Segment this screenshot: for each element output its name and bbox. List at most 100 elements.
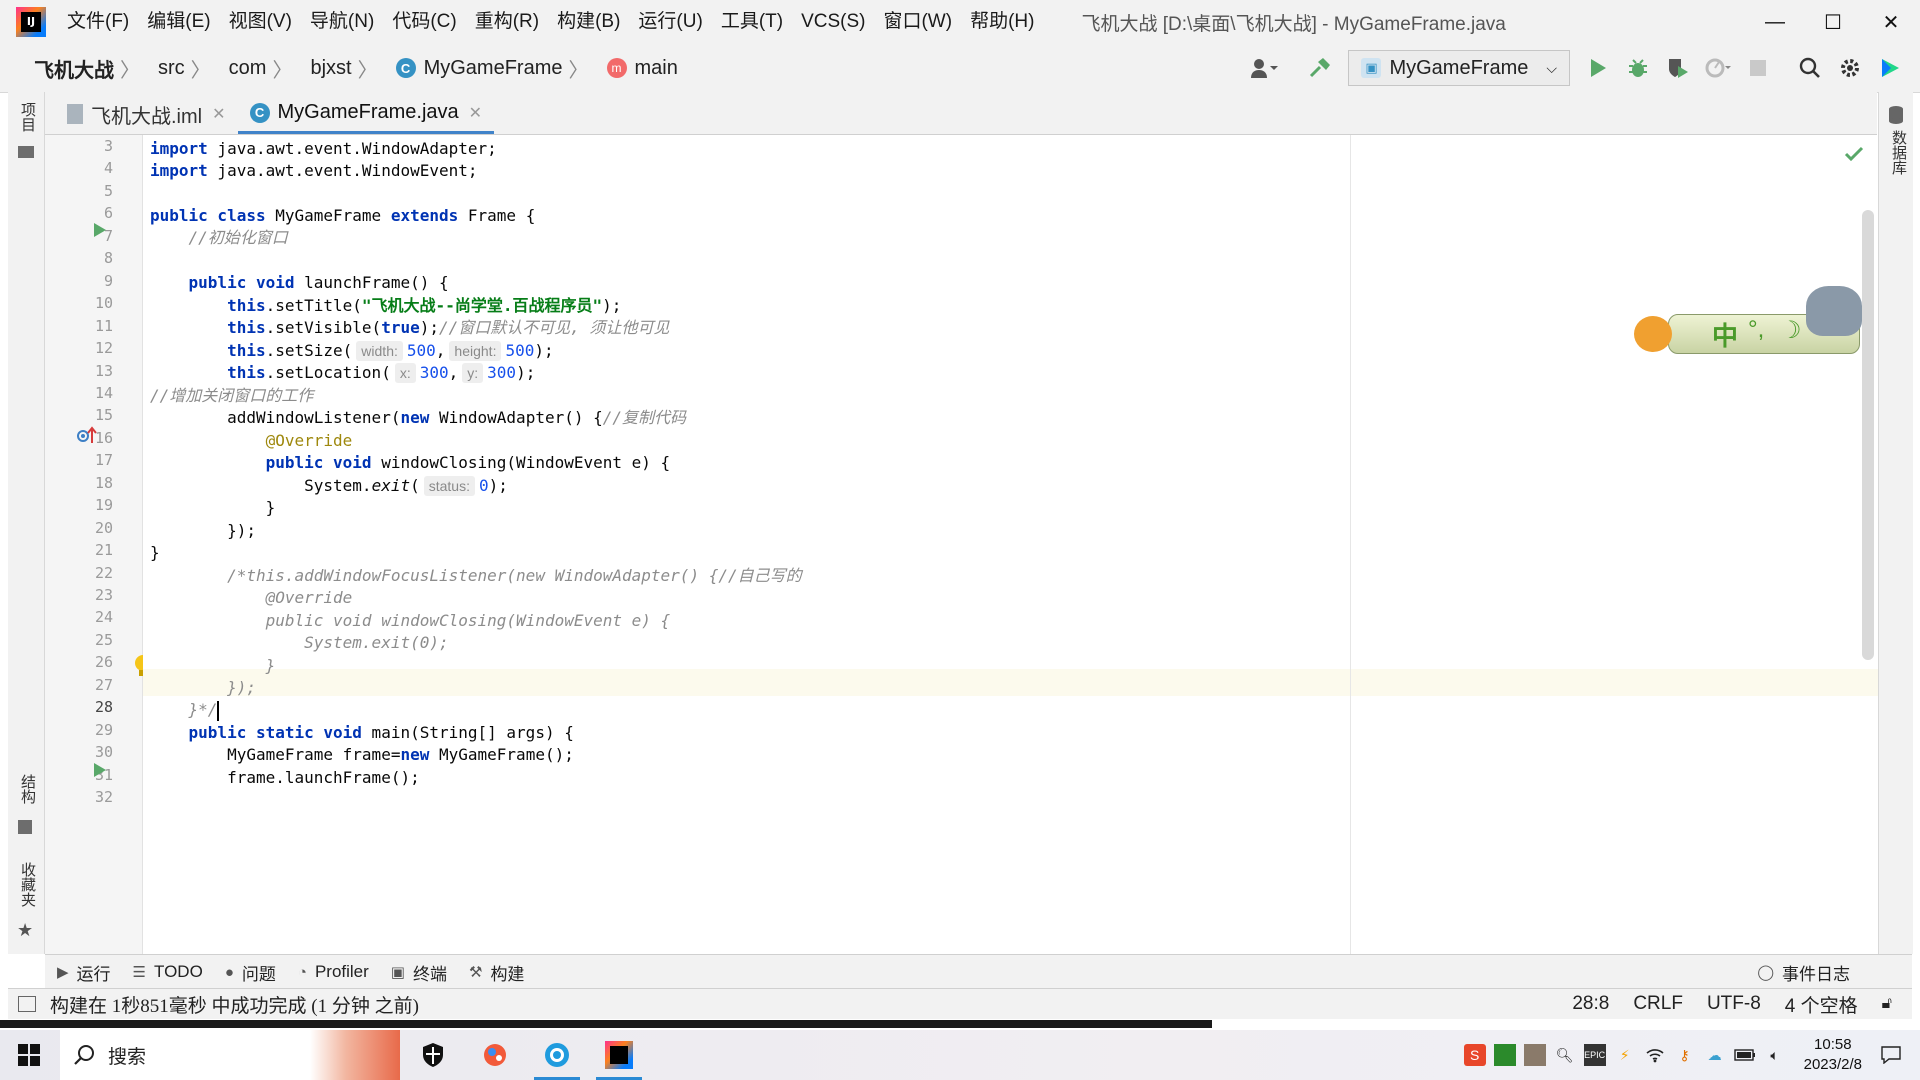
file-encoding[interactable]: UTF-8: [1707, 993, 1761, 1015]
maximize-button[interactable]: ☐: [1804, 0, 1862, 44]
tool-tab-profiler[interactable]: ◔ Profiler: [298, 962, 369, 982]
panel-toggle-icon[interactable]: [18, 996, 36, 1012]
line-number: 24: [94, 608, 113, 627]
sogou-ime-icon[interactable]: S: [1463, 1044, 1486, 1066]
cloud-icon[interactable]: ☁︎: [1704, 1044, 1726, 1066]
user-icon[interactable]: [1244, 48, 1284, 88]
line-number: 19: [94, 496, 113, 515]
close-tab-icon[interactable]: ✕: [469, 103, 482, 123]
menu-help[interactable]: 帮助(H): [961, 0, 1043, 44]
override-marker-icon[interactable]: [77, 425, 99, 445]
database-tool-tab[interactable]: 数据库: [1888, 130, 1909, 175]
background-strip: [0, 1020, 1212, 1028]
taskbar-clock[interactable]: 10:58 2023/2/8: [1804, 1035, 1862, 1075]
breadcrumb-com[interactable]: com 〉: [223, 54, 305, 83]
run-class-icon[interactable]: [93, 222, 107, 238]
stop-icon[interactable]: [1738, 48, 1778, 88]
editor-gutter: 3 4 5 6 7 8 9 10 11 12 13 14 15 16 17 18 19 20 21 22 23 24 25 2…: [45, 135, 151, 954]
coverage-icon[interactable]: [1658, 48, 1698, 88]
taskbar-browser-app[interactable]: [528, 1030, 586, 1080]
inspection-ok-icon[interactable]: [1844, 145, 1864, 163]
breadcrumb-method[interactable]: m main: [601, 57, 684, 80]
run-configuration-selector[interactable]: ▣ MyGameFrame ⌵: [1348, 50, 1570, 86]
tool-tab-build[interactable]: ⚒ 构建: [469, 960, 524, 985]
close-button[interactable]: ✕: [1862, 0, 1920, 44]
breadcrumb-src[interactable]: src 〉: [152, 54, 223, 83]
nvidia-icon[interactable]: [1493, 1044, 1516, 1066]
tool-tab-run[interactable]: ▶ 运行: [57, 960, 111, 985]
project-tool-tab[interactable]: 项目: [17, 102, 38, 132]
run-main-icon[interactable]: [93, 762, 107, 778]
volume-icon[interactable]: 🔈︎: [1764, 1044, 1786, 1066]
bolt-icon[interactable]: ⚡︎: [1614, 1044, 1636, 1066]
menu-edit[interactable]: 编辑(E): [138, 0, 219, 44]
taskbar-paint-app[interactable]: [466, 1030, 524, 1080]
line-number: 5: [103, 181, 113, 200]
key-icon[interactable]: ⚷: [1674, 1044, 1696, 1066]
vertical-scrollbar[interactable]: [1862, 210, 1874, 660]
line-number: 29: [94, 720, 113, 739]
menu-code[interactable]: 代码(C): [383, 0, 465, 44]
taskbar-intellij-app[interactable]: [590, 1030, 648, 1080]
menu-build[interactable]: 构建(B): [548, 0, 629, 44]
breadcrumb-bjxst[interactable]: bjxst 〉: [304, 54, 389, 83]
notification-icon[interactable]: [1880, 1044, 1902, 1066]
tab-mygameframe[interactable]: C MyGameFrame.java ✕: [237, 94, 495, 134]
settings-gear-icon[interactable]: [1830, 48, 1870, 88]
line-number: 30: [94, 743, 113, 762]
code-line-7: //初始化窗口: [150, 228, 288, 247]
favorites-tool-tab[interactable]: 收藏夹: [17, 862, 38, 907]
line-number: 3: [103, 137, 113, 155]
line-number: 32: [94, 788, 113, 807]
profile-icon[interactable]: [1698, 48, 1738, 88]
menu-tools[interactable]: 工具(T): [712, 0, 792, 44]
info-icon: ●: [224, 963, 234, 981]
tool-tab-event-log[interactable]: ◯ 事件日志: [1757, 960, 1850, 985]
tool-tab-problems[interactable]: ● 问题: [225, 960, 276, 985]
battery-icon[interactable]: [1733, 1044, 1756, 1066]
menu-run[interactable]: 运行(U): [629, 0, 711, 44]
photo-icon[interactable]: [1523, 1044, 1546, 1066]
menu-navigate[interactable]: 导航(N): [301, 0, 383, 44]
line-separator[interactable]: CRLF: [1633, 993, 1683, 1015]
status-message[interactable]: 构建在 1秒851毫秒 中成功完成 (1 分钟 之前): [50, 991, 419, 1018]
line-number: 8: [103, 249, 113, 268]
run-icon[interactable]: [1578, 48, 1618, 88]
structure-tool-tab[interactable]: 结构: [17, 774, 38, 804]
windows-start-icon[interactable]: [18, 1044, 40, 1071]
search-icon[interactable]: [1790, 48, 1830, 88]
cartoon-cat-icon: [1806, 286, 1862, 336]
text-caret: [217, 700, 220, 721]
minimize-button[interactable]: —: [1746, 0, 1804, 44]
taskbar-search-box[interactable]: 搜索: [60, 1030, 400, 1080]
search-decoration-image: [310, 1030, 400, 1080]
list-icon: ☰: [132, 964, 146, 981]
taskbar-security-app[interactable]: [404, 1030, 462, 1080]
lock-icon[interactable]: 🔓︎: [1882, 995, 1892, 1013]
breadcrumb-class[interactable]: C MyGameFrame 〉: [390, 54, 601, 83]
close-tab-icon[interactable]: ✕: [212, 104, 225, 124]
epic-icon[interactable]: EPIC: [1583, 1044, 1606, 1066]
tool-tab-todo[interactable]: ☰ TODO: [133, 962, 203, 982]
caret-position[interactable]: 28:8: [1572, 993, 1609, 1015]
tool-window-bar: ▶ 运行 ☰ TODO ● 问题 ◔ Profiler ▣ 终端 ⚒ 构建 ◯ 事件日志: [45, 954, 1912, 989]
menu-window[interactable]: 窗口(W): [874, 0, 961, 44]
plugin-icon[interactable]: [1870, 48, 1910, 88]
ime-toolbar-widget[interactable]: 中 °, ☽: [1628, 286, 1868, 360]
line-number: 11: [94, 316, 113, 335]
line-number: 14: [94, 383, 113, 402]
wifi-icon[interactable]: [1644, 1044, 1666, 1066]
breadcrumb-project[interactable]: 飞机大战〉: [28, 54, 152, 83]
line-number: 18: [94, 473, 113, 492]
menu-view[interactable]: 视图(V): [220, 0, 301, 44]
code-editor[interactable]: import java.awt.event.WindowAdapter; imp…: [143, 135, 1878, 954]
tool-tab-terminal[interactable]: ▣ 终端: [391, 960, 447, 985]
build-hammer-icon[interactable]: [1300, 48, 1340, 88]
tab-iml[interactable]: 飞机大战.iml ✕: [55, 94, 238, 134]
menu-file[interactable]: 文件(F): [58, 0, 138, 44]
menu-refactor[interactable]: 重构(R): [466, 0, 548, 44]
debug-icon[interactable]: [1618, 48, 1658, 88]
magnifier-icon[interactable]: 🔍︎: [1554, 1044, 1576, 1066]
indent-setting[interactable]: 4 个空格: [1785, 991, 1858, 1018]
menu-vcs[interactable]: VCS(S): [792, 0, 874, 44]
